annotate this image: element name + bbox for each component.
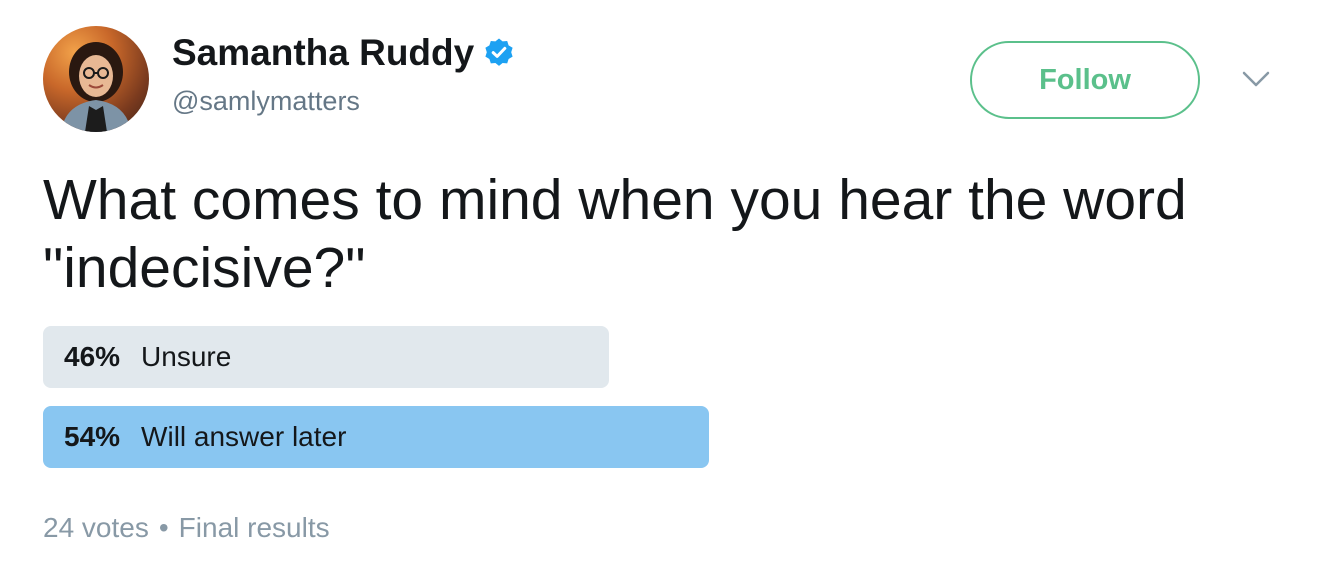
poll-footer: 24 votes • Final results — [43, 512, 330, 544]
poll-option-label: Will answer later — [141, 421, 347, 452]
poll-footer-separator: • — [158, 512, 169, 543]
poll-option-1: 46% Unsure — [43, 326, 609, 388]
tweet-text: What comes to mind when you hear the wor… — [43, 166, 1303, 302]
chevron-down-icon[interactable] — [1238, 64, 1274, 94]
poll-status: Final results — [178, 512, 330, 543]
poll-option-2: 54% Will answer later — [43, 406, 709, 468]
author-handle[interactable]: @samlymatters — [172, 86, 360, 117]
author-name-row: Samantha Ruddy — [172, 30, 515, 76]
follow-button[interactable]: Follow — [970, 41, 1200, 119]
poll-vote-count: 24 votes — [43, 512, 149, 543]
avatar-image — [61, 42, 131, 132]
verified-badge-icon — [483, 37, 515, 69]
poll-option-percent: 54% — [64, 421, 121, 452]
author-display-name[interactable]: Samantha Ruddy — [172, 32, 474, 74]
tweet-text-line-2: "indecisive?" — [43, 236, 366, 300]
tweet-card: Samantha Ruddy @samlymatters Follow What… — [0, 0, 1328, 562]
tweet-text-line-1: What comes to mind when you hear the wor… — [43, 168, 1187, 232]
poll-option-percent: 46% — [64, 341, 121, 372]
avatar[interactable] — [43, 26, 149, 132]
poll-option-label: Unsure — [141, 341, 232, 372]
